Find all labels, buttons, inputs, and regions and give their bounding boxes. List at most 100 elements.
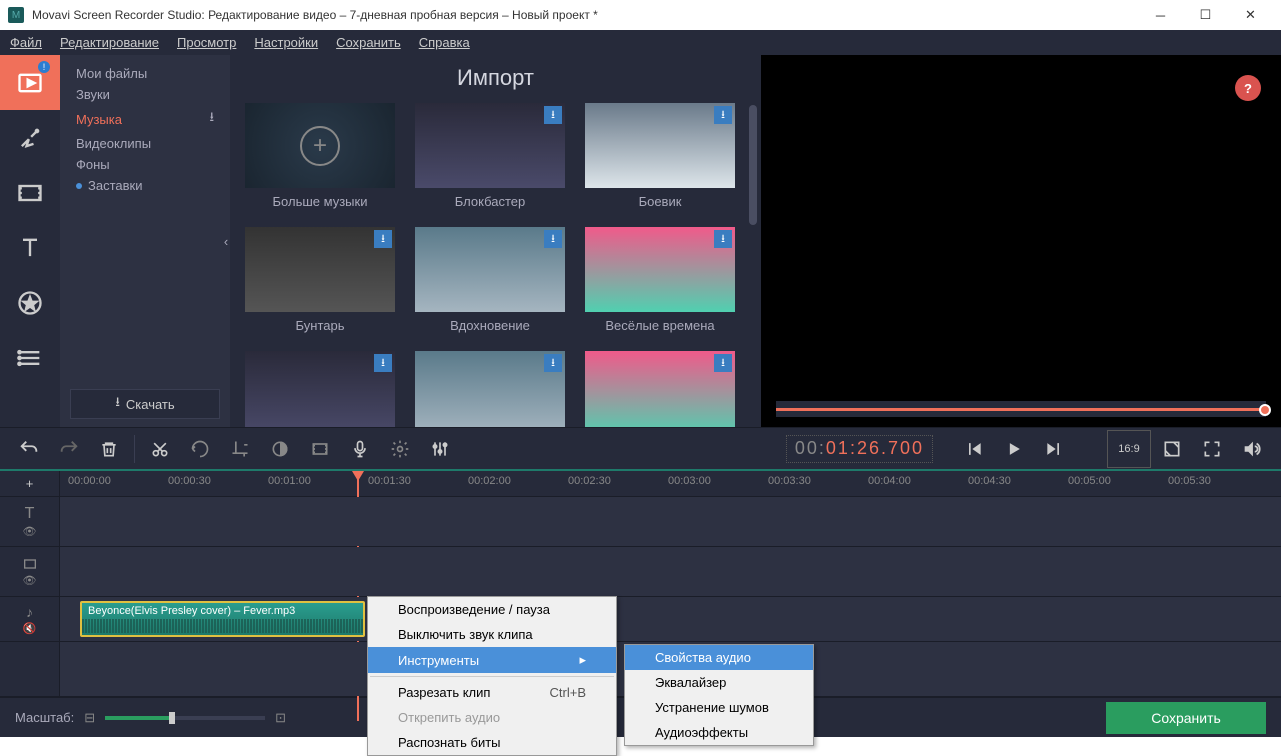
- clip-props-button[interactable]: [301, 430, 339, 468]
- menu-file[interactable]: Файл: [10, 35, 42, 50]
- crop-button[interactable]: [221, 430, 259, 468]
- preview-progress[interactable]: [776, 401, 1266, 417]
- download-badge-icon: ⭳: [714, 106, 732, 124]
- ctx-mute-clip[interactable]: Выключить звук клипа: [368, 622, 616, 647]
- track-header[interactable]: ♪ 🔇: [0, 597, 60, 641]
- menu-settings[interactable]: Настройки: [254, 35, 318, 50]
- zoom-handle[interactable]: [169, 712, 175, 724]
- media-thumb[interactable]: ⭳: [245, 351, 395, 427]
- delete-button[interactable]: [90, 430, 128, 468]
- undo-button[interactable]: [10, 430, 48, 468]
- redo-button[interactable]: [50, 430, 88, 468]
- cut-button[interactable]: [141, 430, 179, 468]
- media-card[interactable]: ⭳Боевик: [585, 103, 735, 209]
- ctx-equalizer[interactable]: Эквалайзер: [625, 670, 813, 695]
- video-preview[interactable]: [761, 55, 1281, 401]
- media-thumb[interactable]: ⭳: [585, 103, 735, 188]
- media-card[interactable]: ⭳Блокбастер: [415, 103, 565, 209]
- equalizer-button[interactable]: [421, 430, 459, 468]
- media-thumb[interactable]: ⭳: [245, 227, 395, 312]
- zoom-slider[interactable]: [105, 716, 265, 720]
- settings-button[interactable]: [381, 430, 419, 468]
- close-button[interactable]: ✕: [1228, 0, 1273, 30]
- color-button[interactable]: [261, 430, 299, 468]
- progress-handle[interactable]: [1259, 404, 1271, 416]
- category-sounds[interactable]: Звуки: [60, 84, 230, 105]
- menu-edit[interactable]: Редактирование: [60, 35, 159, 50]
- ctx-noise-removal[interactable]: Устранение шумов: [625, 695, 813, 720]
- download-badge-icon: ⭳: [714, 230, 732, 248]
- ctx-split-clip[interactable]: Разрезать клипCtrl+B: [368, 680, 616, 705]
- category-intros[interactable]: Заставки: [60, 175, 230, 196]
- category-music[interactable]: Музыка⭳: [60, 105, 230, 133]
- content-scrollbar[interactable]: [749, 105, 757, 225]
- more-music-thumb[interactable]: +: [245, 103, 395, 188]
- mic-button[interactable]: [341, 430, 379, 468]
- zoom-fit-icon[interactable]: ⊡: [275, 710, 286, 726]
- aspect-ratio-button[interactable]: 16:9: [1107, 430, 1151, 468]
- media-card[interactable]: +Больше музыки: [245, 103, 395, 209]
- ctx-detect-beats[interactable]: Распознать биты: [368, 730, 616, 755]
- track-body[interactable]: Beyonce(Elvis Presley cover) – Fever.mp3: [60, 597, 1281, 641]
- media-thumb[interactable]: ⭳: [415, 351, 565, 427]
- stickers-tab[interactable]: [0, 275, 60, 330]
- rotate-button[interactable]: [181, 430, 219, 468]
- play-button[interactable]: [995, 430, 1033, 468]
- track-header[interactable]: 👁: [0, 547, 60, 596]
- transitions-tab[interactable]: [0, 165, 60, 220]
- track-header[interactable]: T 👁: [0, 497, 60, 546]
- ruler-tick: 00:03:00: [668, 475, 711, 487]
- download-button[interactable]: ⭳Скачать: [70, 389, 220, 419]
- fullscreen-button[interactable]: [1193, 430, 1231, 468]
- more-tab[interactable]: [0, 330, 60, 385]
- volume-button[interactable]: [1233, 430, 1271, 468]
- left-toolbar: !: [0, 55, 60, 427]
- maximize-button[interactable]: ☐: [1183, 0, 1228, 30]
- notification-badge: !: [38, 61, 50, 73]
- clip-label: Beyonce(Elvis Presley cover) – Fever.mp3: [88, 605, 295, 617]
- track-body[interactable]: [60, 547, 1281, 596]
- ctx-audio-effects[interactable]: Аудиоэффекты: [625, 720, 813, 745]
- media-card[interactable]: ⭳Весёлые времена: [585, 227, 735, 333]
- minimize-button[interactable]: ─: [1138, 0, 1183, 30]
- menu-save[interactable]: Сохранить: [336, 35, 401, 50]
- ctx-detach-audio: Открепить аудио: [368, 705, 616, 730]
- category-backgrounds[interactable]: Фоны: [60, 154, 230, 175]
- timeline-ruler[interactable]: + 00:00:00 00:00:30 00:01:00 00:01:30 00…: [0, 469, 1281, 497]
- visibility-icon[interactable]: 👁: [23, 574, 37, 587]
- media-card[interactable]: ⭳: [245, 351, 395, 427]
- visibility-icon[interactable]: 👁: [23, 525, 37, 538]
- media-card[interactable]: ⭳Вдохновение: [415, 227, 565, 333]
- menu-view[interactable]: Просмотр: [177, 35, 236, 50]
- ruler-tick: 00:05:30: [1168, 475, 1211, 487]
- media-thumb[interactable]: ⭳: [415, 103, 565, 188]
- import-tab[interactable]: !: [0, 55, 60, 110]
- media-card[interactable]: ⭳: [585, 351, 735, 427]
- menu-help[interactable]: Справка: [419, 35, 470, 50]
- detach-button[interactable]: [1153, 430, 1191, 468]
- track-header[interactable]: [0, 642, 60, 696]
- help-button[interactable]: ?: [1235, 75, 1261, 101]
- filters-tab[interactable]: [0, 110, 60, 165]
- ctx-tools[interactable]: Инструменты▸: [368, 647, 616, 673]
- track-body[interactable]: [60, 497, 1281, 546]
- media-card[interactable]: ⭳: [415, 351, 565, 427]
- category-my-files[interactable]: Мои файлы: [60, 63, 230, 84]
- category-videoclips[interactable]: Видеоклипы: [60, 133, 230, 154]
- media-thumb[interactable]: ⭳: [585, 227, 735, 312]
- audio-clip[interactable]: Beyonce(Elvis Presley cover) – Fever.mp3: [80, 601, 365, 637]
- timecode-display[interactable]: 00:01:26.700: [786, 435, 933, 463]
- media-thumb[interactable]: ⭳: [415, 227, 565, 312]
- mute-icon[interactable]: 🔇: [23, 622, 37, 635]
- next-button[interactable]: [1035, 430, 1073, 468]
- download-badge-icon: ⭳: [544, 230, 562, 248]
- ctx-play-pause[interactable]: Воспроизведение / пауза: [368, 597, 616, 622]
- media-thumb[interactable]: ⭳: [585, 351, 735, 427]
- zoom-out-icon[interactable]: ⊟: [84, 710, 95, 726]
- save-button[interactable]: Сохранить: [1106, 702, 1266, 734]
- add-track-button[interactable]: +: [0, 471, 60, 496]
- media-card[interactable]: ⭳Бунтарь: [245, 227, 395, 333]
- prev-button[interactable]: [955, 430, 993, 468]
- ctx-audio-props[interactable]: Свойства аудио: [625, 645, 813, 670]
- titles-tab[interactable]: [0, 220, 60, 275]
